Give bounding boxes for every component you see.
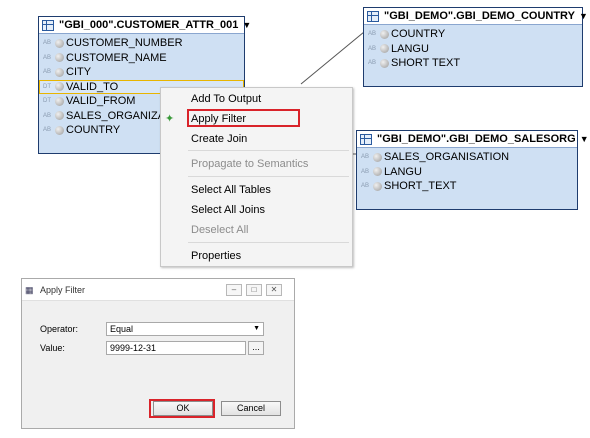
table-title: "GBI_DEMO".GBI_DEMO_SALESORG [377, 133, 576, 145]
column-label: SHORT_TEXT [384, 180, 457, 193]
type-icon: AB [361, 154, 370, 161]
column-label: CITY [66, 66, 92, 79]
operator-value: Equal [110, 324, 134, 334]
column-icon [55, 82, 64, 92]
column-icon [373, 181, 382, 191]
close-icon[interactable]: ✕ [266, 284, 282, 296]
column-label: LANGU [391, 42, 429, 55]
type-icon: AB [368, 31, 377, 38]
column-short-text[interactable]: AB SHORT_TEXT [357, 179, 577, 194]
highlight-box-ok [149, 399, 215, 418]
cancel-button[interactable]: Cancel [221, 401, 281, 416]
column-customer-number[interactable]: AB CUSTOMER_NUMBER [39, 36, 244, 51]
type-icon: AB [43, 54, 52, 61]
type-icon: AB [361, 168, 370, 175]
column-label: VALID_TO [66, 80, 119, 93]
column-icon [380, 58, 389, 68]
column-icon [55, 125, 64, 135]
menu-separator [188, 176, 349, 177]
column-label: SHORT TEXT [391, 57, 461, 70]
column-icon [55, 111, 64, 121]
chevron-down-icon[interactable]: ▼ [238, 20, 251, 30]
type-icon: AB [43, 112, 52, 119]
column-icon [55, 53, 64, 63]
column-label: SALES_ORGANISATION [384, 151, 510, 164]
column-icon [373, 167, 382, 177]
browse-button[interactable]: ... [248, 341, 264, 355]
menu-item-select-all-tables[interactable]: Select All Tables [191, 184, 271, 196]
column-label: LANGU [384, 165, 422, 178]
filter-icon: ✦ [165, 113, 175, 125]
column-icon [380, 44, 389, 54]
join-line-country[interactable] [300, 31, 365, 85]
column-icon [380, 29, 389, 39]
column-icon [55, 67, 64, 77]
column-label: CUSTOMER_NAME [66, 51, 167, 64]
table-header[interactable]: "GBI_000".CUSTOMER_ATTR_001 ▼ [39, 17, 251, 34]
type-icon: AB [43, 69, 52, 76]
column-label: CUSTOMER_NUMBER [66, 37, 183, 50]
menu-separator [188, 150, 349, 151]
calendar-icon: DT [43, 83, 51, 90]
calendar-icon: DT [43, 98, 51, 105]
table-icon [42, 19, 54, 31]
table-icon [367, 10, 379, 22]
value-text: 9999-12-31 [110, 343, 157, 353]
menu-item-properties[interactable]: Properties [191, 250, 241, 262]
table-icon [360, 133, 372, 145]
operator-label: Operator: [40, 324, 79, 334]
menu-item-create-join[interactable]: Create Join [191, 133, 247, 145]
column-short-text[interactable]: AB SHORT TEXT [364, 56, 582, 71]
column-langu[interactable]: AB LANGU [364, 42, 582, 57]
column-city[interactable]: AB CITY [39, 65, 244, 80]
type-icon: AB [43, 40, 52, 47]
menu-item-deselect-all[interactable]: Deselect All [191, 224, 248, 236]
type-icon: AB [361, 183, 370, 190]
table-title: "GBI_000".CUSTOMER_ATTR_001 [59, 19, 239, 31]
chevron-down-icon: ▼ [253, 325, 260, 332]
apply-filter-dialog: ▦ Apply Filter – □ ✕ Operator: Equal ▼ V… [21, 278, 295, 429]
filter-icon: ▦ [25, 284, 34, 295]
column-label: COUNTRY [66, 124, 121, 137]
column-label: VALID_FROM [66, 95, 136, 108]
column-customer-name[interactable]: AB CUSTOMER_NAME [39, 51, 244, 66]
column-icon [373, 152, 382, 162]
column-icon [55, 96, 64, 106]
table-title: "GBI_DEMO".GBI_DEMO_COUNTRY [384, 10, 575, 22]
value-input[interactable]: 9999-12-31 [106, 341, 246, 355]
menu-item-select-all-joins[interactable]: Select All Joins [191, 204, 265, 216]
column-langu[interactable]: AB LANGU [357, 165, 577, 180]
type-icon: AB [43, 127, 52, 134]
column-icon [55, 38, 64, 48]
dialog-title: Apply Filter [40, 284, 86, 295]
menu-item-add-to-output[interactable]: Add To Output [191, 93, 261, 105]
column-sales-organisation[interactable]: AB SALES_ORGANISATION [357, 150, 577, 165]
column-label: SALES_ORGANIZAT [66, 109, 171, 122]
table-header[interactable]: "GBI_DEMO".GBI_DEMO_SALESORG ▼ [357, 131, 589, 148]
menu-separator [188, 242, 349, 243]
highlight-box-apply-filter [187, 109, 300, 127]
context-menu: Add To Output ✦ Apply Filter Create Join… [160, 87, 353, 267]
column-country[interactable]: AB COUNTRY [364, 27, 582, 42]
chevron-down-icon[interactable]: ▼ [576, 134, 589, 144]
table-demo-country[interactable]: "GBI_DEMO".GBI_DEMO_COUNTRY ▼ AB COUNTRY … [363, 7, 588, 87]
operator-select[interactable]: Equal ▼ [106, 322, 264, 336]
maximize-icon[interactable]: □ [246, 284, 262, 296]
chevron-down-icon[interactable]: ▼ [575, 11, 588, 21]
table-header[interactable]: "GBI_DEMO".GBI_DEMO_COUNTRY ▼ [364, 8, 588, 25]
menu-item-propagate-to-semantics[interactable]: Propagate to Semantics [191, 158, 308, 170]
minimize-icon[interactable]: – [226, 284, 242, 296]
value-label: Value: [40, 343, 65, 353]
type-icon: AB [368, 45, 377, 52]
type-icon: AB [368, 60, 377, 67]
table-demo-salesorg[interactable]: "GBI_DEMO".GBI_DEMO_SALESORG ▼ AB SALES_O… [356, 130, 589, 210]
column-label: COUNTRY [391, 28, 446, 41]
